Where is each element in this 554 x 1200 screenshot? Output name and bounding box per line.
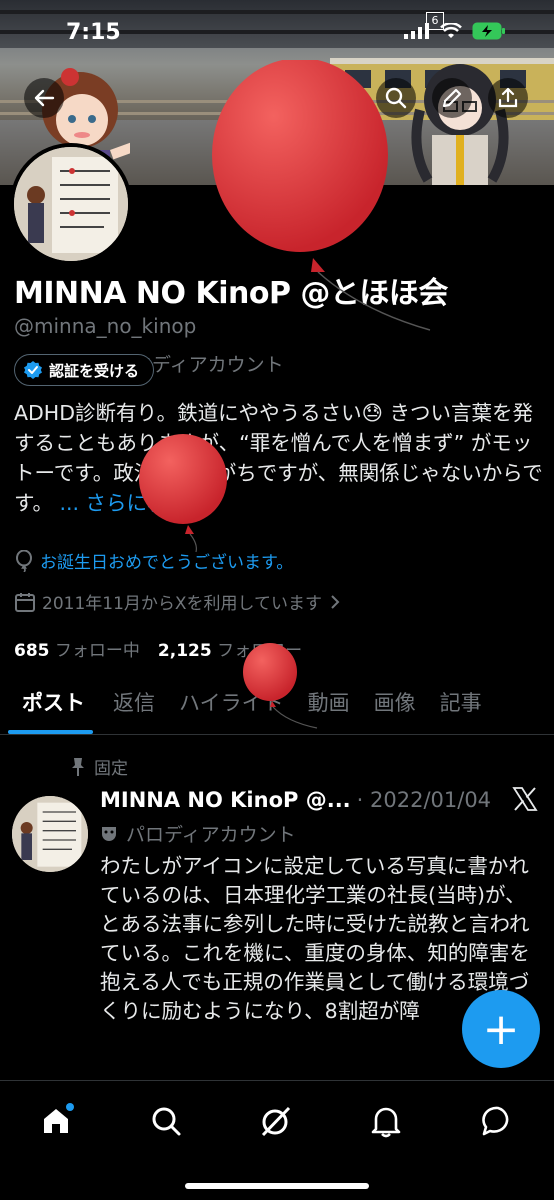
home-indicator [185, 1183, 369, 1189]
pinned-indicator: 固定 [70, 754, 128, 779]
back-arrow-icon [34, 89, 55, 107]
status-icons [404, 22, 506, 40]
search-icon [152, 1107, 181, 1136]
chevron-right-icon [331, 594, 340, 609]
nav-home[interactable] [36, 1101, 76, 1141]
battery-charging-icon [472, 22, 505, 40]
followers-count: 2,125 [157, 641, 212, 661]
pencil-icon [442, 88, 462, 108]
nav-notifications[interactable] [366, 1101, 406, 1141]
post-date[interactable]: · 2022/01/04 [357, 788, 491, 812]
x-logo-icon [512, 786, 538, 819]
post-parody-label: パロディアカウント [126, 824, 296, 846]
home-notification-dot [66, 1103, 74, 1111]
profile-bio: ADHD診断有り。鉄道にややうるさい😓 きつい言葉を発することもありますが、“罪… [14, 398, 544, 518]
bell-icon [371, 1107, 401, 1138]
profile-handle: @minna_no_kinop [14, 314, 197, 338]
post-author-avatar[interactable] [12, 796, 88, 872]
following-link[interactable]: 685 フォロー中 [14, 636, 140, 661]
verified-badge-icon [24, 361, 42, 379]
grok-icon [261, 1106, 291, 1137]
nav-messages[interactable] [478, 1101, 518, 1141]
pinned-label: 固定 [94, 759, 128, 779]
calendar-icon [15, 592, 35, 612]
avatar-photo [14, 147, 128, 261]
following-label: フォロー中 [54, 641, 140, 661]
compose-post-button[interactable]: + [462, 990, 540, 1068]
share-button[interactable] [488, 78, 528, 118]
theater-mask-icon [102, 826, 116, 841]
post-parody-row: パロディアカウント [100, 820, 296, 847]
profile-avatar[interactable] [10, 143, 132, 265]
nav-explore[interactable] [146, 1101, 186, 1141]
joined-text: 2011年11月からXを利用しています [42, 594, 323, 614]
bottom-navigation [0, 1080, 554, 1200]
balloon-icon [16, 549, 32, 572]
status-time: 7:15 [66, 20, 121, 45]
tab-posts[interactable]: ポスト [0, 684, 101, 734]
tab-images[interactable]: 画像 [362, 684, 428, 734]
following-count: 685 [14, 641, 50, 661]
sim-badge: 6 [426, 12, 444, 30]
birthday-balloon-medium [139, 434, 227, 553]
get-verified-button[interactable]: 認証を受ける [14, 354, 155, 386]
post-author-name[interactable]: MINNA NO KinoP @... [100, 788, 351, 812]
pin-icon [72, 757, 84, 776]
chat-icon [482, 1106, 509, 1136]
tab-replies[interactable]: 返信 [101, 684, 167, 734]
back-button[interactable] [24, 78, 64, 118]
joined-date-row[interactable]: 2011年11月からXを利用しています [14, 589, 342, 614]
post-header: MINNA NO KinoP @... · 2022/01/04 [100, 788, 491, 812]
avatar-photo [12, 796, 88, 872]
birthday-balloon-large [212, 60, 431, 331]
nav-grok[interactable] [256, 1101, 296, 1141]
get-verified-label: 認証を受ける [49, 361, 140, 380]
birthday-balloon-small [243, 643, 318, 729]
share-icon [498, 87, 518, 108]
roof-beam [0, 10, 554, 14]
tab-articles[interactable]: 記事 [428, 684, 494, 734]
